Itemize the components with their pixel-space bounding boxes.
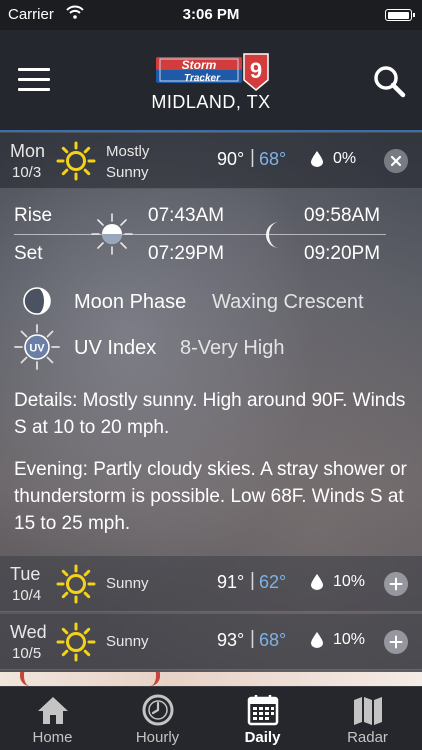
sunset-time: 07:29PM	[148, 243, 225, 264]
location-label: MIDLAND, TX	[151, 92, 271, 112]
ad-banner[interactable]	[0, 672, 422, 686]
clock-icon	[142, 694, 174, 726]
tab-label: Home	[32, 729, 73, 746]
condition-line2: Sunny	[106, 164, 149, 181]
condition-text: Sunny	[106, 633, 149, 650]
tab-label: Radar	[347, 729, 388, 746]
uv-badge-text: UV	[29, 343, 45, 355]
moon-phase-value: Waxing Crescent	[212, 291, 364, 313]
high-temp: 90°	[217, 149, 245, 169]
search-icon[interactable]	[372, 64, 406, 98]
rise-set-divider	[14, 234, 386, 235]
tab-daily[interactable]: Daily	[210, 687, 315, 750]
tab-home[interactable]: Home	[0, 687, 105, 750]
sun-icon	[56, 564, 96, 604]
rise-label: Rise	[14, 205, 53, 226]
day-row-tue[interactable]: Tue 10/4 Sunny 91° | 62° 10%	[0, 556, 422, 612]
expand-plus-icon[interactable]	[384, 630, 408, 654]
ad-graphic	[20, 672, 160, 686]
evening-text: Evening: Partly cloudy skies. A stray sh…	[14, 459, 407, 534]
moon-phase-icon	[23, 287, 51, 315]
moonrise-time: 09:58AM	[304, 205, 381, 226]
temp-separator: |	[250, 628, 255, 649]
tab-radar[interactable]: Radar	[315, 687, 420, 750]
condition-line1: Mostly	[106, 143, 150, 160]
status-bar: Carrier 3:06 PM	[0, 0, 422, 30]
temp-separator: |	[250, 147, 255, 168]
raindrop-icon	[311, 632, 323, 648]
day-details-panel: Rise Set 07:43AM 07:29PM 09:58AM 09:20PM…	[0, 190, 422, 554]
low-temp: 62°	[259, 572, 287, 592]
day-row-wed[interactable]: Wed 10/5 Sunny 93° | 68° 10%	[0, 614, 422, 670]
precip-chance: 0%	[333, 150, 357, 167]
uv-index-value: 8-Very High	[180, 337, 285, 359]
map-icon	[354, 697, 382, 725]
calendar-icon	[247, 695, 279, 726]
details-text: Details: Mostly sunny. High around 90F. …	[14, 390, 406, 438]
sun-icon	[56, 622, 96, 662]
tab-bar: Home Hourly Daily Radar	[0, 686, 422, 750]
storm-tracker-logo: Storm Tracker 9	[156, 53, 269, 91]
tab-hourly[interactable]: Hourly	[105, 687, 210, 750]
uv-index-label: UV Index	[74, 337, 157, 359]
set-label: Set	[14, 243, 43, 264]
logo-tracker-text: Tracker	[184, 73, 221, 84]
moon-crescent-icon	[266, 222, 279, 248]
day-name: Tue	[10, 564, 41, 584]
home-icon	[38, 697, 68, 724]
day-date: 10/3	[12, 164, 42, 181]
uv-index-icon: UV	[14, 324, 60, 370]
expand-plus-icon[interactable]	[384, 572, 408, 596]
moonset-time: 09:20PM	[304, 243, 381, 264]
moon-phase-label: Moon Phase	[74, 291, 187, 313]
logo-storm-text: Storm	[182, 58, 217, 72]
precip-chance: 10%	[333, 631, 366, 648]
day-row-mon[interactable]: Mon 10/3 Mostly Sunny 90° | 68° 0%	[0, 133, 422, 189]
sun-icon	[56, 141, 96, 181]
high-temp: 93°	[217, 630, 245, 650]
temp-separator: |	[250, 570, 255, 591]
raindrop-icon	[311, 574, 323, 590]
day-date: 10/4	[12, 587, 42, 604]
sunrise-time: 07:43AM	[148, 205, 225, 226]
day-name: Wed	[10, 622, 47, 642]
day-name: Mon	[10, 141, 46, 161]
tab-label: Hourly	[135, 729, 180, 746]
high-temp: 91°	[217, 572, 245, 592]
status-time: 3:06 PM	[182, 6, 240, 23]
collapse-close-icon[interactable]	[384, 149, 408, 173]
logo-number: 9	[250, 58, 262, 83]
day-date: 10/5	[12, 645, 42, 662]
raindrop-icon	[311, 151, 323, 167]
low-temp: 68°	[259, 630, 287, 650]
sunrise-sunset-icon	[91, 213, 133, 255]
low-temp: 68°	[259, 149, 287, 169]
condition-text: Sunny	[106, 575, 149, 592]
tab-label: Daily	[244, 729, 281, 746]
app-header: Storm Tracker 9 MIDLAND, TX	[0, 30, 422, 132]
battery-icon	[385, 9, 415, 21]
hamburger-menu-icon[interactable]	[18, 68, 50, 92]
precip-chance: 10%	[333, 573, 366, 590]
